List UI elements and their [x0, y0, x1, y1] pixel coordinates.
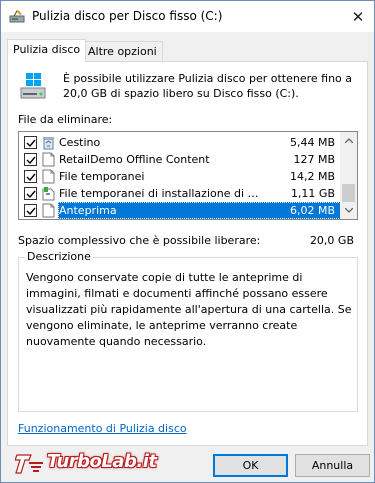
scroll-up-button[interactable]	[340, 132, 357, 149]
disk-cleanup-window: Pulizia disco per Disco fisso (C:) ✕ Pul…	[0, 0, 375, 483]
file-icon	[42, 152, 55, 167]
tab-disk-cleanup[interactable]: Pulizia disco	[7, 39, 87, 62]
drive-icon	[20, 73, 46, 99]
disk-cleanup-icon	[9, 10, 25, 23]
file-size: 5,44 MB	[289, 136, 335, 149]
file-size: 1,11 GB	[290, 187, 335, 200]
checkbox[interactable]	[24, 204, 37, 217]
windows-setup-icon	[42, 187, 55, 201]
checkbox[interactable]	[24, 170, 37, 183]
checkbox[interactable]	[24, 136, 37, 149]
file-icon	[42, 169, 55, 184]
file-size: 14,2 MB	[289, 170, 335, 183]
file-name: RetailDemo Offline Content	[59, 153, 210, 166]
list-item[interactable]: File temporanei di installazione di Wind…	[19, 185, 341, 202]
watermark-text: TurboLab.it	[47, 451, 157, 472]
file-name: File temporanei	[59, 170, 145, 183]
ok-button[interactable]: OK	[213, 454, 288, 477]
file-icon	[42, 203, 55, 218]
checkbox[interactable]	[24, 153, 37, 166]
list-item-selected[interactable]: Anteprima 6,02 MB	[19, 202, 341, 219]
turbolab-logo-icon	[15, 454, 43, 474]
close-icon: ✕	[351, 7, 365, 26]
file-name: File temporanei di installazione di Wind…	[59, 187, 269, 200]
close-button[interactable]: ✕	[342, 1, 374, 32]
total-space-label: Spazio complessivo che è possibile liber…	[18, 234, 261, 247]
list-scrollbar[interactable]	[340, 132, 357, 219]
how-disk-cleanup-works-link[interactable]: Funzionamento di Pulizia disco	[18, 422, 187, 435]
total-space-value: 20,0 GB	[309, 234, 354, 247]
list-item[interactable]: File temporanei 14,2 MB	[19, 168, 341, 185]
description-text: Vengono conservate copie di tutte le ant…	[26, 271, 352, 348]
checkmark-icon	[26, 190, 36, 199]
scroll-thumb[interactable]	[342, 184, 355, 202]
chevron-up-icon	[344, 138, 353, 143]
file-size: 127 MB	[293, 153, 335, 166]
checkbox[interactable]	[24, 187, 37, 200]
list-item[interactable]: RetailDemo Offline Content 127 MB	[19, 151, 341, 168]
description-group: Descrizione Vengono conservate copie di …	[18, 250, 358, 412]
tab-more-options[interactable]: Altre opzioni	[82, 41, 163, 61]
window-title: Pulizia disco per Disco fisso (C:)	[32, 9, 223, 23]
checkmark-icon	[26, 173, 36, 182]
checkmark-icon	[26, 139, 36, 148]
checkmark-icon	[26, 156, 36, 165]
files-to-delete-label: File da eliminare:	[18, 113, 113, 126]
chevron-down-icon	[344, 208, 353, 213]
files-list[interactable]: Cestino 5,44 MB RetailDemo Offline Conte…	[18, 131, 358, 220]
cancel-button[interactable]: Annulla	[295, 454, 370, 477]
scroll-down-button[interactable]	[340, 202, 357, 219]
intro-text: È possibile utilizzare Pulizia disco per…	[63, 72, 353, 100]
recycle-bin-icon	[43, 137, 54, 150]
file-name: Anteprima	[59, 204, 117, 217]
watermark: TurboLab.it	[15, 449, 185, 479]
tab-panel: È possibile utilizzare Pulizia disco per…	[7, 61, 368, 446]
file-size: 6,02 MB	[289, 204, 335, 217]
description-title: Descrizione	[25, 250, 93, 263]
title-bar[interactable]: Pulizia disco per Disco fisso (C:) ✕	[1, 1, 374, 32]
file-name: Cestino	[59, 136, 101, 149]
checkmark-icon	[26, 207, 36, 216]
list-item[interactable]: Cestino 5,44 MB	[19, 134, 341, 151]
